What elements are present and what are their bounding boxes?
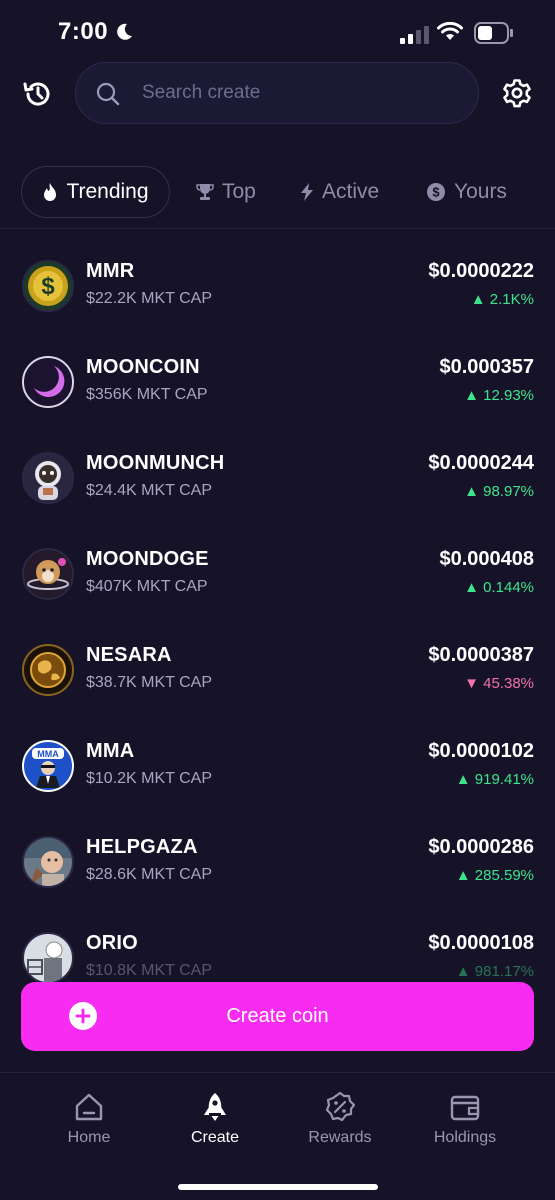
bottom-nav: Home Create Rewards Holdings [0,1072,555,1200]
coin-name: HELPGAZA [86,836,198,858]
price-change: ▼ 45.38% [464,675,534,692]
lightning-icon [301,183,313,201]
list-item[interactable]: MOONCOIN $356K MKT CAP $0.000357 ▲ 12.93… [0,336,555,432]
nav-holdings[interactable]: Holdings [410,1091,520,1147]
coin-price: $0.000357 [439,356,534,378]
home-indicator [178,1184,378,1190]
coin-name: NESARA [86,644,172,666]
plus-circle-icon [69,1002,97,1030]
create-coin-button[interactable]: Create coin [21,982,534,1051]
tab-trending[interactable]: Trending [21,166,170,218]
rocket-icon [204,1093,226,1121]
search-bar[interactable] [75,62,479,124]
avatar [22,452,74,504]
svg-text:$: $ [41,273,55,300]
history-icon [23,82,50,106]
nav-label: Home [67,1129,111,1146]
wallet-icon [450,1095,480,1121]
coin-name: ORIO [86,932,138,954]
create-coin-label: Create coin [226,1005,329,1027]
tab-label: Yours [454,180,507,203]
list-item[interactable]: MOONMUNCH $24.4K MKT CAP $0.0000244 ▲ 98… [0,432,555,528]
market-cap: $38.7K MKT CAP [86,674,212,691]
price-change: ▲ 919.41% [455,771,534,788]
price-change: ▲ 981.17% [455,963,534,980]
market-cap: $10.2K MKT CAP [86,770,212,787]
status-time: 7:00 [58,18,109,45]
price-change: ▲ 2.1K% [470,291,534,308]
market-cap: $24.4K MKT CAP [86,482,212,499]
gear-icon [503,79,531,108]
nav-label: Create [190,1129,240,1146]
avatar [22,644,74,696]
list-item[interactable]: MMA MMA $10.2K MKT CAP $0.0000102 ▲ 919.… [0,720,555,816]
coin-price: $0.0000108 [428,932,534,954]
price-change: ▲ 0.144% [464,579,534,596]
coin-name: MOONDOGE [86,548,209,570]
price-change: ▲ 12.93% [464,387,534,404]
nav-label: Rewards [308,1129,372,1146]
list-item[interactable]: $ MMR $22.2K MKT CAP $0.0000222 ▲ 2.1K% [0,240,555,336]
nav-create[interactable]: Create [160,1091,270,1147]
coin-name: MOONCOIN [86,356,200,378]
nav-rewards[interactable]: Rewards [285,1091,395,1147]
avatar: $ [22,260,74,312]
avatar: MMA [22,740,74,792]
tab-label: Active [322,180,380,203]
percent-badge-icon [325,1091,356,1122]
coin-name: MMR [86,260,135,282]
divider [0,228,555,229]
avatar [22,548,74,600]
home-icon [75,1093,103,1121]
wifi-icon [437,22,463,40]
search-input[interactable] [142,77,462,109]
settings-button[interactable] [500,76,534,110]
avatar [22,932,74,984]
avatar [22,356,74,408]
trophy-icon [196,184,214,200]
list-item[interactable]: MOONDOGE $407K MKT CAP $0.000408 ▲ 0.144… [0,528,555,624]
coin-price: $0.0000244 [428,452,534,474]
tab-label: Trending [66,180,149,203]
tab-active[interactable]: Active [300,166,379,218]
status-bar: 7:00 [0,0,555,64]
market-cap: $356K MKT CAP [86,386,208,403]
coin-price: $0.0000286 [428,836,534,858]
tab-label: Top [222,180,256,203]
filter-tabs: Trending Top Active $ Yours [0,166,555,218]
tab-yours[interactable]: $ Yours [426,166,507,218]
battery-icon [474,22,513,44]
list-item[interactable]: HELPGAZA $28.6K MKT CAP $0.0000286 ▲ 285… [0,816,555,912]
coin-price: $0.0000222 [428,260,534,282]
coin-price: $0.000408 [439,548,534,570]
coin-name: MMA [86,740,135,762]
coin-price: $0.0000387 [428,644,534,666]
avatar [22,836,74,888]
history-button[interactable] [20,76,56,112]
market-cap: $28.6K MKT CAP [86,866,212,883]
search-icon [96,82,120,106]
signal-icon [400,26,429,44]
price-change: ▲ 285.59% [455,867,534,884]
market-cap: $407K MKT CAP [86,578,208,595]
market-cap: $10.8K MKT CAP [86,962,212,979]
list-item[interactable]: NESARA $38.7K MKT CAP $0.0000387 ▼ 45.38… [0,624,555,720]
tab-top[interactable]: Top [196,166,256,218]
flame-icon [44,183,57,201]
coin-price: $0.0000102 [428,740,534,762]
market-cap: $22.2K MKT CAP [86,290,212,307]
nav-label: Holdings [433,1129,497,1146]
svg-text:$: $ [432,185,440,200]
coin-name: MOONMUNCH [86,452,225,474]
coin-icon: $ [427,183,445,201]
price-change: ▲ 98.97% [464,483,534,500]
svg-text:MMA: MMA [37,749,59,759]
nav-home[interactable]: Home [34,1091,144,1147]
moon-icon [117,23,132,40]
